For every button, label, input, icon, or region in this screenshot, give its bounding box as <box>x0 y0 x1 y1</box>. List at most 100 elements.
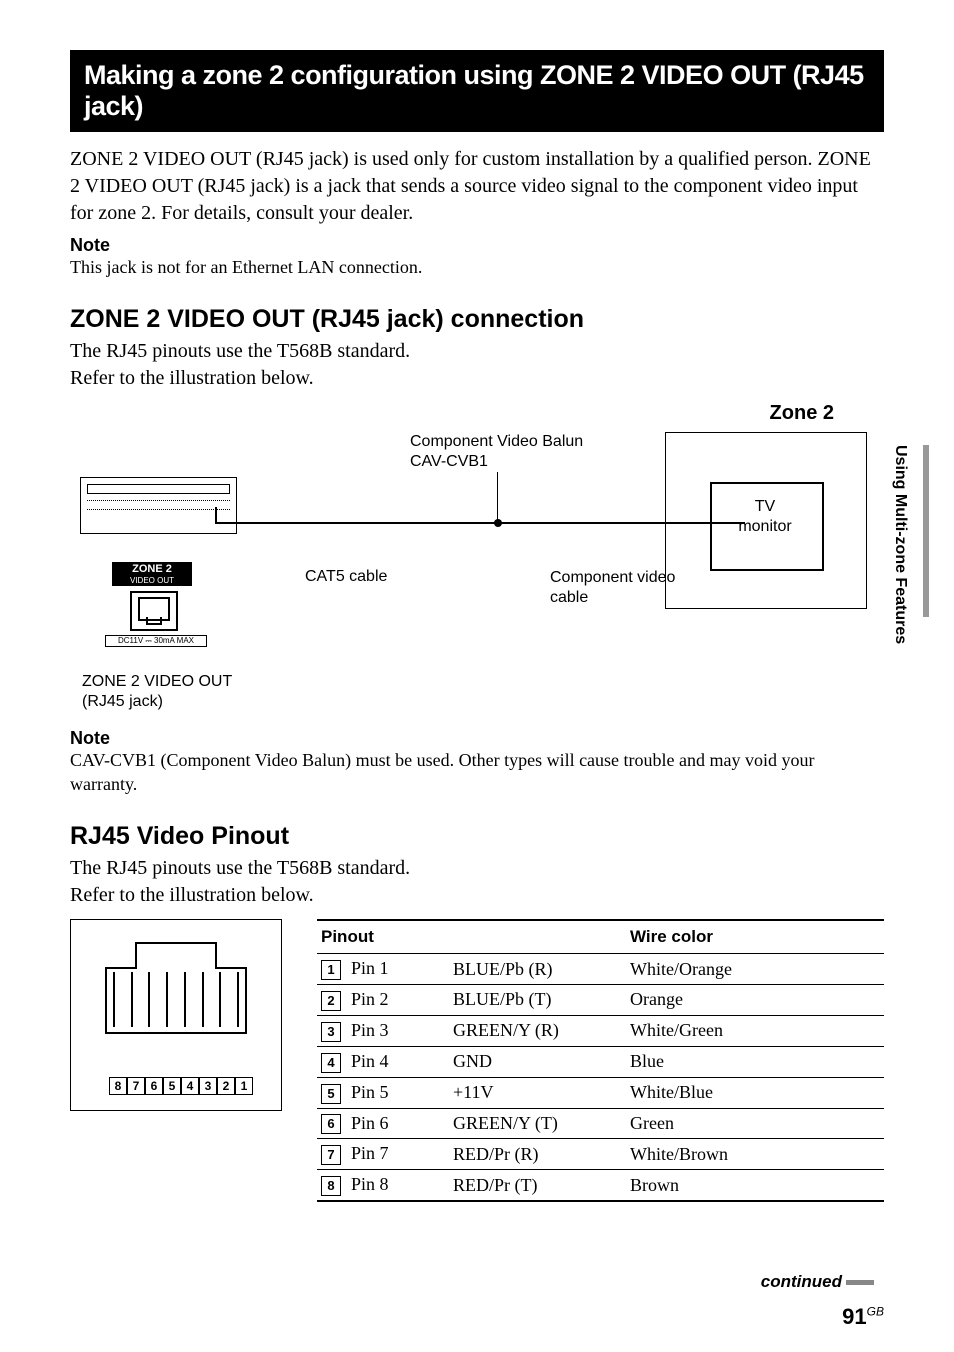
table-row: 2 Pin 2 BLUE/Pb (T)Orange <box>317 985 884 1016</box>
table-row: 7 Pin 7 RED/Pr (R)White/Brown <box>317 1139 884 1170</box>
th-pinout: Pinout <box>317 920 626 954</box>
pin-number-box: 2 <box>321 991 341 1011</box>
note-heading-1: Note <box>70 235 884 256</box>
cell-pin: 7 Pin 7 <box>317 1139 449 1170</box>
cell-pin: 4Pin 4 <box>317 1046 449 1077</box>
dc-rating-label: DC11V ⎓ 30mA MAX <box>105 635 207 647</box>
cell-wirecolor: Brown <box>626 1170 884 1201</box>
pinout-text-2: Refer to the illustration below. <box>70 882 884 909</box>
balun-label: Component Video Balun CAV-CVB1 <box>410 432 583 472</box>
connection-text-2: Refer to the illustration below. <box>70 365 884 392</box>
jack-pin-num: 3 <box>199 1077 217 1095</box>
cell-wirecolor: White/Blue <box>626 1077 884 1108</box>
zone2-video-out-caption: ZONE 2 VIDEO OUT (RJ45 jack) <box>82 672 232 712</box>
cell-signal: RED/Pr (R) <box>449 1139 626 1170</box>
receiver-illustration: ZONE 2 VIDEO OUT DC11V ⎓ 30mA MAX <box>80 477 235 632</box>
receiver-rear-panel <box>80 477 237 534</box>
pin-number-box: 5 <box>321 1084 341 1104</box>
jack-pin-numbers: 8 7 6 5 4 3 2 1 <box>109 1077 253 1095</box>
jack-pin-num: 1 <box>235 1077 253 1095</box>
cell-signal: +11V <box>449 1077 626 1108</box>
pin-number-box: 3 <box>321 1022 341 1042</box>
jack-pin-num: 2 <box>217 1077 235 1095</box>
pinout-text-1: The RJ45 pinouts use the T568B standard. <box>70 855 884 882</box>
table-row: 6Pin 6GREEN/Y (T)Green <box>317 1108 884 1139</box>
subheading-pinout: RJ45 Video Pinout <box>70 822 884 851</box>
pin-number-box: 4 <box>321 1053 341 1073</box>
cell-signal: GREEN/Y (R) <box>449 1015 626 1046</box>
pinout-content-row: 8 7 6 5 4 3 2 1 Pinout Wire color 1 Pin 1… <box>70 919 884 1202</box>
component-cable-label-l1: Component video <box>550 569 675 586</box>
cell-wirecolor: Green <box>626 1108 884 1139</box>
pin-label: Pin 1 <box>351 958 389 978</box>
note-heading-2: Note <box>70 728 884 749</box>
note-body-1: This jack is not for an Ethernet LAN con… <box>70 256 884 279</box>
pinout-table: Pinout Wire color 1Pin 1BLUE/Pb (R)White… <box>317 919 884 1202</box>
pin-number-box: 1 <box>321 960 341 980</box>
balun-label-l2: CAV-CVB1 <box>410 453 488 470</box>
cell-signal: BLUE/Pb (R) <box>449 954 626 985</box>
title-bar: Making a zone 2 configuration using ZONE… <box>70 50 884 132</box>
jack-pin-num: 6 <box>145 1077 163 1095</box>
tv-monitor-label: TV monitor <box>710 497 820 537</box>
rj45-jack-diagram: 8 7 6 5 4 3 2 1 <box>70 919 282 1111</box>
cat5-cable-label: CAT5 cable <box>305 568 387 586</box>
cell-pin: 2 Pin 2 <box>317 985 449 1016</box>
section-title-vertical: Using Multi-zone Features <box>891 445 909 644</box>
component-cable-label: Component video cable <box>550 568 675 608</box>
cell-signal: GND <box>449 1046 626 1077</box>
cell-wirecolor: Blue <box>626 1046 884 1077</box>
cell-wirecolor: White/Green <box>626 1015 884 1046</box>
zone2-out-l1: ZONE 2 VIDEO OUT <box>82 673 232 690</box>
table-row: 1 Pin 1 BLUE/Pb (R)White/Orange <box>317 954 884 985</box>
pin-label: Pin 6 <box>351 1113 389 1133</box>
page: Using Multi-zone Features Making a zone … <box>0 0 954 1352</box>
th-wirecolor: Wire color <box>626 920 884 954</box>
component-cable-label-l2: cable <box>550 589 588 606</box>
subheading-connection: ZONE 2 VIDEO OUT (RJ45 jack) connection <box>70 305 884 334</box>
table-row: 3 Pin 3 GREEN/Y (R)White/Green <box>317 1015 884 1046</box>
cell-pin: 6Pin 6 <box>317 1108 449 1139</box>
cell-wirecolor: White/Orange <box>626 954 884 985</box>
balun-label-l1: Component Video Balun <box>410 433 583 450</box>
tv-label-l1: TV <box>755 498 775 515</box>
zone2-port-label-bottom: VIDEO OUT <box>112 576 192 586</box>
pin-number-box: 8 <box>321 1176 341 1196</box>
pin-label: Pin 3 <box>351 1020 389 1040</box>
tv-label-l2: monitor <box>738 518 791 535</box>
page-title: Making a zone 2 configuration using ZONE… <box>84 60 870 122</box>
cell-signal: BLUE/Pb (T) <box>449 985 626 1016</box>
balun-node-dot <box>494 519 502 527</box>
note-body-2: CAV-CVB1 (Component Video Balun) must be… <box>70 749 884 796</box>
zone2-out-l2: (RJ45 jack) <box>82 693 163 710</box>
cell-pin: 5 Pin 5 <box>317 1077 449 1108</box>
jack-pin-num: 5 <box>163 1077 181 1095</box>
connection-diagram: Zone 2 Component Video Balun CAV-CVB1 ZO… <box>70 402 884 722</box>
pin-label: Pin 2 <box>351 989 389 1009</box>
cell-wirecolor: White/Brown <box>626 1139 884 1170</box>
zone2-port-label-top: ZONE 2 <box>112 562 192 576</box>
table-row: 8 Pin 8 RED/Pr (T)Brown <box>317 1170 884 1201</box>
page-number-value: 91 <box>842 1304 866 1329</box>
pin-label: Pin 8 <box>351 1174 389 1194</box>
continued-indicator: continued <box>761 1272 874 1292</box>
jack-pin-lines <box>113 972 239 1032</box>
cell-wirecolor: Orange <box>626 985 884 1016</box>
rj45-port-icon <box>130 591 178 631</box>
cell-signal: RED/Pr (T) <box>449 1170 626 1201</box>
table-row: 5 Pin 5 +11VWhite/Blue <box>317 1077 884 1108</box>
pin-number-box: 7 <box>321 1145 341 1165</box>
cell-pin: 3 Pin 3 <box>317 1015 449 1046</box>
jack-pin-num: 8 <box>109 1077 127 1095</box>
table-row: 4Pin 4GNDBlue <box>317 1046 884 1077</box>
page-number-suffix: GB <box>867 1305 884 1319</box>
cell-pin: 8 Pin 8 <box>317 1170 449 1201</box>
intro-paragraph: ZONE 2 VIDEO OUT (RJ45 jack) is used onl… <box>70 146 884 227</box>
pin-label: Pin 5 <box>351 1082 389 1102</box>
connection-text-1: The RJ45 pinouts use the T568B standard. <box>70 338 884 365</box>
page-number: 91GB <box>842 1304 884 1330</box>
cell-signal: GREEN/Y (T) <box>449 1108 626 1139</box>
table-header-row: Pinout Wire color <box>317 920 884 954</box>
pin-label: Pin 7 <box>351 1143 389 1163</box>
cell-pin: 1 Pin 1 <box>317 954 449 985</box>
